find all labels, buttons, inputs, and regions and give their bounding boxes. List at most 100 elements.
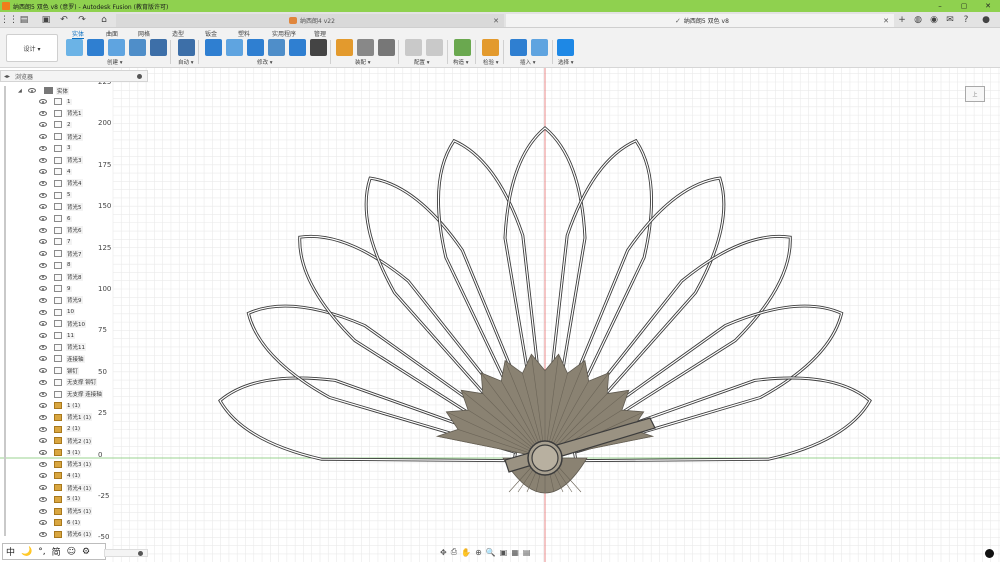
tree-item[interactable]: 6 (1) [4,517,114,528]
ime-button-2[interactable]: °, [38,547,45,557]
job-status-icon[interactable]: ◉ [928,14,940,26]
tool-icon-20[interactable] [531,39,548,56]
notifications-icon[interactable]: ✉ [944,14,956,26]
tree-item[interactable]: 5 [4,190,114,201]
workspace-tab-2[interactable]: 网格 [138,29,150,38]
tree-item[interactable]: 4 (1) [4,470,114,481]
visibility-eye-icon[interactable] [39,227,47,233]
user-avatar-icon[interactable]: ● [980,14,992,26]
redo-icon[interactable]: ↷ [76,14,88,26]
visibility-eye-icon[interactable] [39,450,47,455]
apps-grid-icon[interactable]: ⋮⋮ [0,14,18,26]
tool-icon-8[interactable] [247,39,264,56]
visibility-eye-icon[interactable] [39,426,47,432]
tool-icon-17[interactable] [454,39,471,56]
tree-item[interactable]: 背光11 [4,342,114,353]
nav-tool-6[interactable]: ▦ [511,548,519,557]
nav-tool-4[interactable]: 🔍 [486,548,496,557]
tool-icon-2[interactable] [108,39,125,56]
visibility-eye-icon[interactable] [39,531,47,537]
tree-item[interactable]: 5 (1) [4,494,114,505]
visibility-eye-icon[interactable] [39,110,47,116]
visibility-eye-icon[interactable] [39,180,47,186]
tool-icon-3[interactable] [129,39,146,56]
workspace-tab-5[interactable]: 塑料 [238,29,250,38]
tool-icon-5[interactable] [178,39,195,56]
help-icon[interactable]: ? [960,14,972,26]
tool-icon-15[interactable] [405,39,422,56]
tool-icon-19[interactable] [510,39,527,56]
tree-item[interactable]: 铆钉 [4,365,114,376]
tree-item[interactable]: 背光2 [4,131,114,142]
ime-button-1[interactable]: 🌙 [21,547,32,557]
visibility-eye-icon[interactable] [39,344,47,350]
tree-item[interactable]: 9 [4,283,114,294]
undo-icon[interactable]: ↶ [58,14,70,26]
visibility-eye-icon[interactable] [39,251,47,257]
tree-item[interactable]: 背光7 [4,248,114,259]
visibility-eye-icon[interactable] [39,262,47,268]
tool-group-2[interactable]: 修改 ▾ [257,58,273,66]
browser-panel-header[interactable]: ◂▸ 浏览器 [0,70,148,82]
viewport-canvas[interactable] [0,68,1000,562]
tool-group-7[interactable]: 插入 ▾ [520,58,536,66]
ime-button-4[interactable]: ☺ [67,547,76,557]
visibility-eye-icon[interactable] [39,297,47,303]
tree-item[interactable]: 2 [4,119,114,130]
maximize-button[interactable]: ▢ [952,0,976,12]
rivet-inner[interactable] [531,444,559,472]
visibility-eye-icon[interactable] [39,379,47,385]
ime-button-3[interactable]: 简 [52,545,61,558]
tool-group-4[interactable]: 配置 ▾ [414,58,430,66]
tree-item[interactable]: 背光3 (1) [4,459,114,470]
tree-item[interactable]: 3 (1) [4,447,114,458]
tool-icon-16[interactable] [426,39,443,56]
visibility-eye-icon[interactable] [39,356,47,362]
visibility-eye-icon[interactable] [39,508,47,514]
tree-item[interactable]: 背光3 [4,155,114,166]
tree-item[interactable]: 11 [4,330,114,341]
visibility-eye-icon[interactable] [39,461,47,467]
visibility-eye-icon[interactable] [39,216,47,221]
workspace-tab-3[interactable]: 造型 [172,29,184,38]
visibility-eye-icon[interactable] [39,157,47,163]
tab-close-icon[interactable]: ✕ [493,17,499,25]
visibility-eye-icon[interactable] [39,239,47,245]
visibility-eye-icon[interactable] [39,520,47,526]
visibility-eye-icon[interactable] [39,368,47,374]
file-menu-icon[interactable]: ▤ [18,14,30,26]
tree-item[interactable]: 背光8 [4,272,114,283]
visibility-eye-icon[interactable] [39,391,47,397]
tree-item[interactable]: 背光6 (1) [4,529,114,540]
comments-pin-icon[interactable] [138,551,143,556]
workspace-tab-6[interactable]: 实用程序 [272,29,296,38]
close-button[interactable]: ✕ [976,0,1000,12]
tool-icon-1[interactable] [87,39,104,56]
visibility-eye-icon[interactable] [39,403,47,409]
visibility-eye-icon[interactable] [28,88,36,93]
extensions-icon[interactable]: ◍ [912,14,924,26]
visibility-eye-icon[interactable] [39,438,47,444]
tree-item[interactable]: 无支撑 铆钉 [4,377,114,388]
tree-item[interactable]: 背光2 (1) [4,435,114,446]
visibility-eye-icon[interactable] [39,274,47,280]
visibility-eye-icon[interactable] [39,169,47,175]
home-icon[interactable]: ⌂ [98,14,110,26]
visibility-eye-icon[interactable] [39,99,47,104]
workspace-tab-1[interactable]: 曲面 [106,29,118,38]
tree-root-bodies[interactable]: ◢ 实体 [4,85,114,96]
tree-item[interactable]: 背光6 [4,225,114,236]
tool-icon-11[interactable] [310,39,327,56]
collapse-panel-icon[interactable]: ◂▸ [4,73,10,80]
visibility-eye-icon[interactable] [39,496,47,502]
ime-button-5[interactable]: ⚙ [82,547,90,557]
tool-icon-12[interactable] [336,39,353,56]
nav-tool-2[interactable]: ✋ [461,548,471,557]
tool-group-5[interactable]: 构造 ▾ [453,58,469,66]
tool-icon-9[interactable] [268,39,285,56]
workspace-tab-0[interactable]: 实体 [72,29,85,39]
tree-item[interactable]: 背光1 (1) [4,412,114,423]
visibility-eye-icon[interactable] [39,321,47,327]
tool-icon-0[interactable] [66,39,83,56]
tool-group-8[interactable]: 选择 ▾ [558,58,574,66]
